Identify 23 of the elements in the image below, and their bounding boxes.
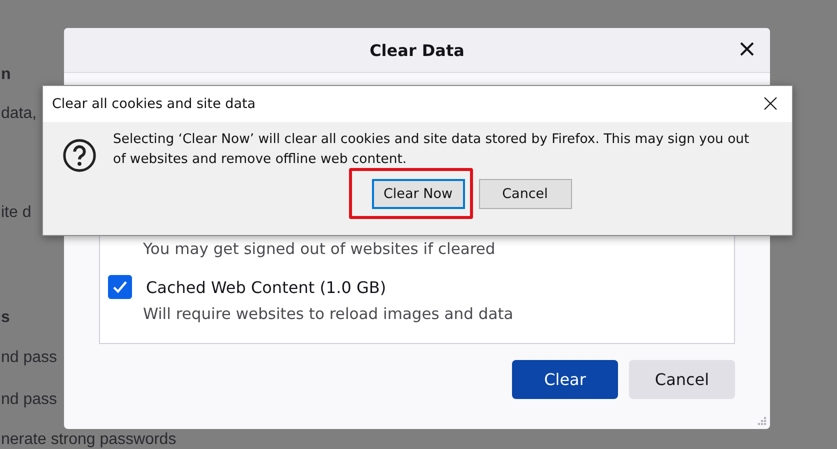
background-text: nd pass <box>1 349 58 367</box>
background-text: nd pass <box>1 391 58 409</box>
option-description: Will require websites to reload images and data <box>142 304 514 324</box>
dialog-title: Clear all cookies and site data <box>52 96 256 112</box>
option-description: You may get signed out of websites if cleared <box>142 239 496 259</box>
clear-button[interactable]: Clear <box>512 360 618 399</box>
background-text: data, <box>1 105 37 123</box>
checkbox[interactable] <box>108 275 132 299</box>
background-text: nerate strong passwords <box>1 431 176 449</box>
question-icon <box>62 138 97 173</box>
dialog-title: Clear Data <box>370 40 464 60</box>
confirm-button[interactable]: Clear Now <box>372 179 464 209</box>
resize-grip-icon[interactable] <box>757 416 767 426</box>
dialog-message: Selecting ‘Clear Now’ will clear all cookies and site data stored by Firefox. This may sign you out of websites and remove offline web content. <box>113 131 750 169</box>
cancel-button[interactable]: Cancel <box>478 179 572 209</box>
cancel-button[interactable]: Cancel <box>629 360 735 399</box>
checkmark-icon <box>112 280 128 294</box>
close-icon[interactable] <box>764 97 777 110</box>
checkbox-label[interactable]: Cached Web Content (1.0 GB) <box>146 278 386 296</box>
background-text: n <box>1 66 11 84</box>
background-text: s <box>1 309 10 327</box>
close-icon[interactable] <box>740 42 754 56</box>
background-text: ite d <box>1 204 32 222</box>
